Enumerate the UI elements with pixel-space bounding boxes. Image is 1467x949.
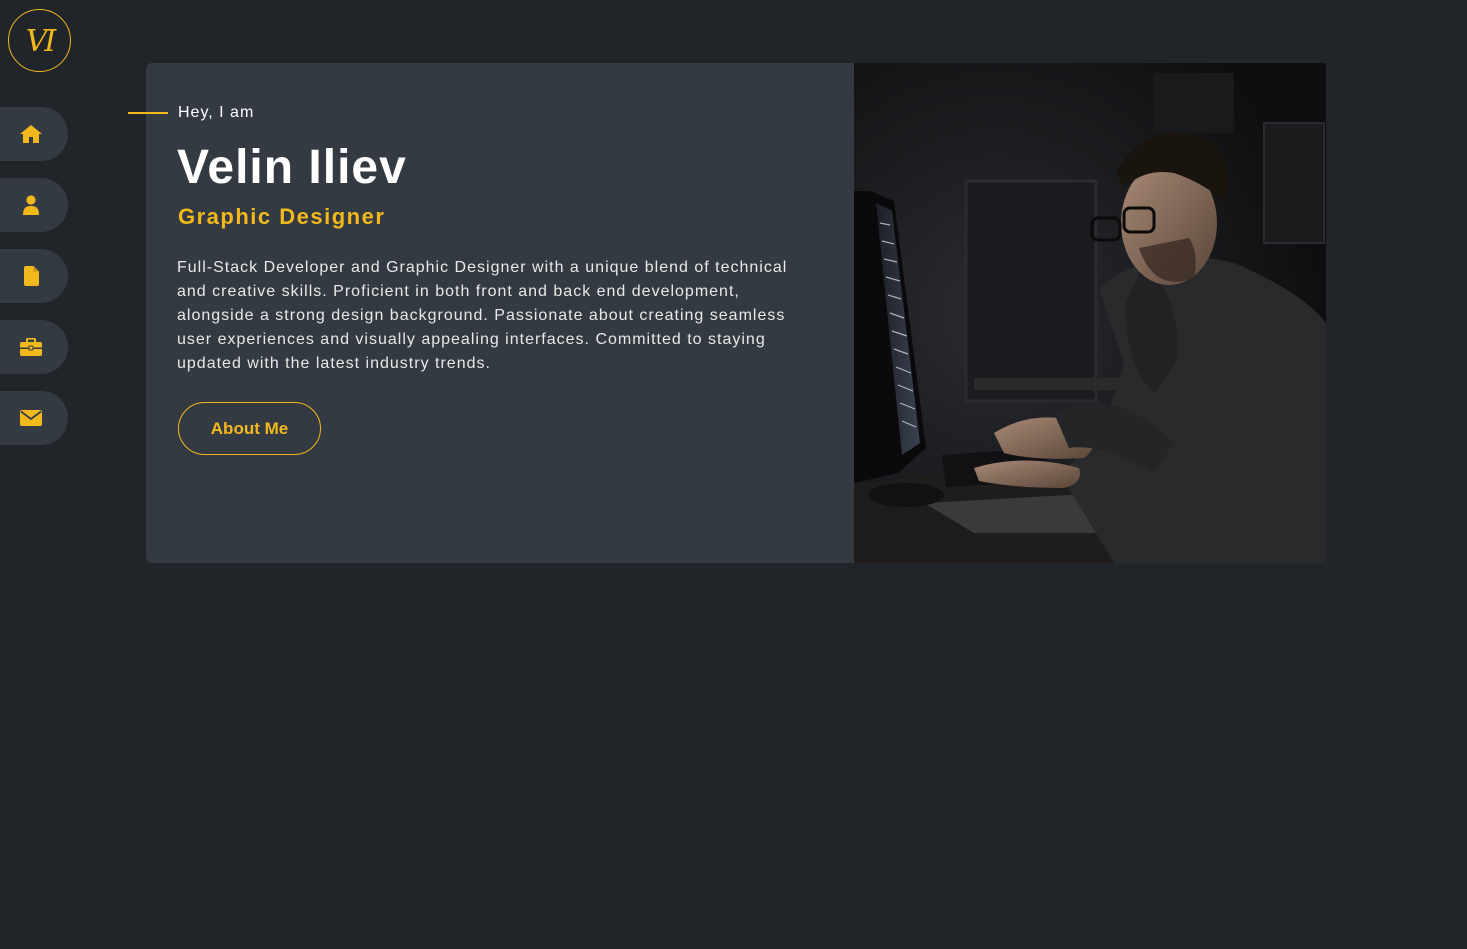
file-icon [23, 266, 39, 286]
greeting-text: Hey, I am [178, 104, 255, 121]
side-nav [0, 107, 68, 462]
hero-photo [854, 63, 1326, 563]
hero-section: Hey, I am Velin Iliev Graphic Designer F… [128, 63, 1326, 563]
hero-bio: Full-Stack Developer and Graphic Designe… [177, 259, 788, 372]
hero-role: Graphic Designer [178, 204, 386, 229]
eyebrow-divider [128, 112, 168, 114]
hero-card: Hey, I am Velin Iliev Graphic Designer F… [128, 63, 854, 563]
logo[interactable]: VI [8, 9, 71, 72]
home-icon [20, 125, 42, 143]
briefcase-icon [20, 338, 42, 356]
nav-item-home[interactable] [0, 107, 68, 161]
envelope-icon [20, 410, 42, 426]
nav-item-about[interactable] [0, 178, 68, 232]
nav-item-resume[interactable] [0, 249, 68, 303]
nav-item-contact[interactable] [0, 391, 68, 445]
nav-item-portfolio[interactable] [0, 320, 68, 374]
logo-text: VI [25, 23, 56, 59]
about-me-button[interactable]: About Me [178, 402, 321, 455]
hero-name: Velin Iliev [177, 141, 407, 194]
user-icon [23, 195, 39, 215]
